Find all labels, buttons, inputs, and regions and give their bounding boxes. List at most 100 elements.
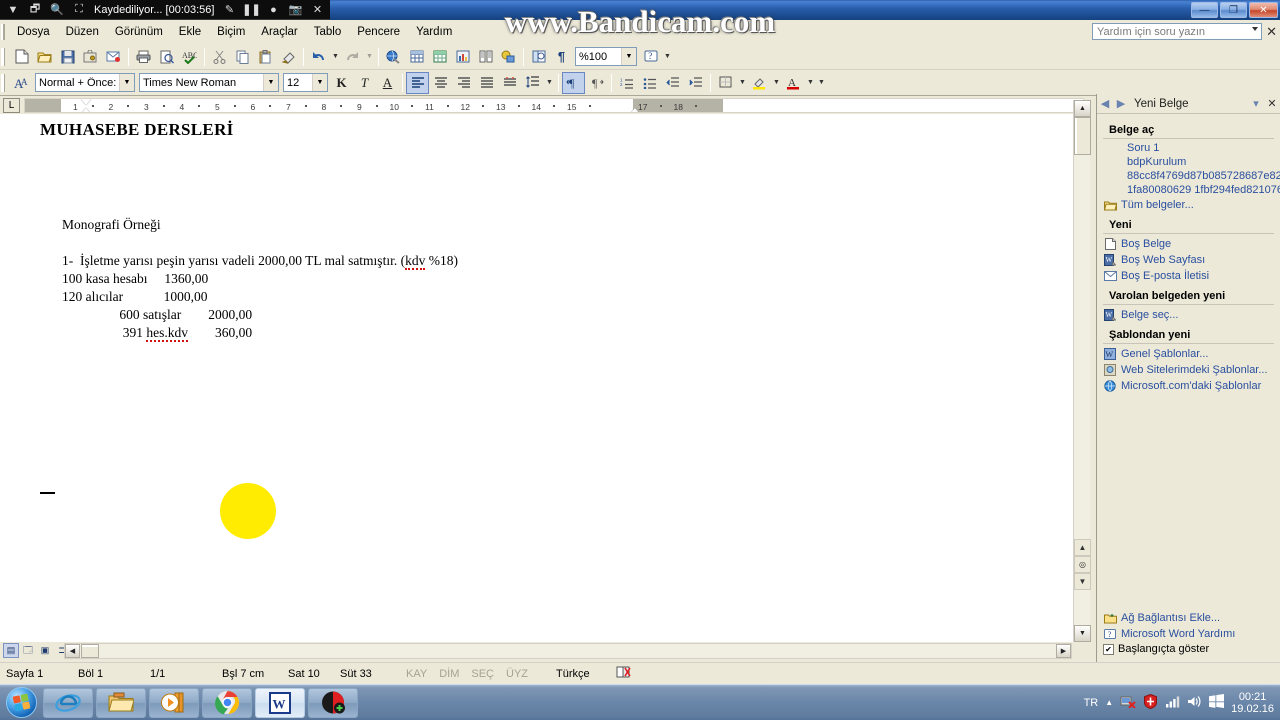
spelling-status-icon[interactable] (610, 665, 638, 682)
rtl-text-direction-icon[interactable]: ¶ (585, 72, 608, 94)
taskbar-media-player[interactable] (149, 687, 199, 718)
cut-icon[interactable] (208, 46, 231, 68)
email-icon[interactable] (102, 46, 125, 68)
menu-item-bicim[interactable]: Biçim (209, 23, 253, 41)
right-indent-marker[interactable] (630, 108, 640, 112)
menubar-close-icon[interactable]: ✕ (1266, 23, 1277, 40)
menu-grip[interactable] (1, 23, 9, 41)
taskbar-google-chrome[interactable] (202, 687, 252, 718)
font-size-combo[interactable]: 12 ▼ (283, 73, 328, 92)
align-left-icon[interactable] (406, 71, 429, 94)
toolbar-grip[interactable] (1, 73, 8, 93)
all-documents-link[interactable]: Tüm belgeler... (1097, 197, 1280, 213)
chevron-down-icon[interactable]: ▾ (1250, 97, 1262, 110)
horizontal-scrollbar[interactable]: ◀ ▶ (64, 643, 1072, 659)
windows-icon[interactable] (1209, 694, 1225, 711)
bold-button[interactable]: K (330, 72, 353, 94)
insert-chart-icon[interactable] (451, 46, 474, 68)
normal-view-button[interactable]: ▤ (3, 643, 19, 658)
scroll-down-button[interactable]: ▼ (1074, 625, 1091, 642)
taskbar-file-explorer[interactable] (96, 687, 146, 718)
recent-document-link[interactable]: bdpKurulum (1097, 155, 1280, 169)
choose-document-link[interactable]: W Belge seç... (1097, 307, 1280, 323)
minimize-button[interactable]: — (1191, 2, 1218, 18)
vertical-scrollbar[interactable]: ▲ ▲ ◎ ▼ ▼ (1073, 100, 1091, 642)
clock[interactable]: 00:21 19.02.16 (1231, 691, 1274, 715)
tray-language-indicator[interactable]: TR (1084, 697, 1099, 709)
blank-document-link[interactable]: Boş Belge (1097, 236, 1280, 252)
recent-document-link[interactable]: Soru 1 (1097, 141, 1280, 155)
toolbar-grip[interactable] (1, 47, 8, 67)
menu-item-araclar[interactable]: Araçlar (253, 23, 305, 41)
pause-icon[interactable]: ❚❚ (240, 1, 262, 19)
new-document-icon[interactable] (10, 46, 33, 68)
scroll-right-button[interactable]: ▶ (1056, 644, 1071, 658)
status-record-indicator[interactable]: KAY (400, 668, 433, 680)
zoom-icon[interactable]: 🔍 (46, 1, 68, 19)
status-language[interactable]: Türkçe (550, 668, 596, 680)
document-map-icon[interactable] (527, 46, 550, 68)
italic-button[interactable]: T (353, 72, 376, 94)
previous-page-button[interactable]: ▲ (1074, 539, 1091, 556)
menu-item-yardim[interactable]: Yardım (408, 23, 460, 41)
horizontal-scroll-thumb[interactable] (81, 644, 99, 658)
recent-document-link[interactable]: 88cc8f4769d87b085728687e82c9 (1097, 169, 1280, 183)
ask-dropdown-icon[interactable] (1252, 27, 1258, 31)
recent-document-link[interactable]: 1fa80080629 1fbf294fed8210760 (1097, 183, 1280, 197)
web-templates-link[interactable]: Web Sitelerimdeki Şablonlar... (1097, 362, 1280, 378)
style-combo[interactable]: Normal + Önce: ▼ (35, 73, 135, 92)
zoom-dropdown-icon[interactable]: ▼ (621, 48, 636, 65)
vertical-scroll-thumb[interactable] (1074, 117, 1091, 155)
bullets-icon[interactable] (638, 72, 661, 94)
borders-icon[interactable] (714, 72, 737, 94)
font-dropdown-icon[interactable]: ▼ (263, 74, 278, 91)
ltr-text-direction-icon[interactable]: ¶ (562, 71, 585, 94)
camera-icon[interactable]: 📷 (284, 1, 306, 19)
menu-item-duzen[interactable]: Düzen (58, 23, 107, 41)
redo-dropdown-icon[interactable]: ▼ (364, 46, 375, 68)
print-icon[interactable] (132, 46, 155, 68)
highlight-color-icon[interactable] (748, 72, 771, 94)
close-button[interactable]: ✕ (1249, 2, 1278, 18)
distributed-icon[interactable] (498, 72, 521, 94)
redo-icon[interactable] (341, 46, 364, 68)
styles-and-formatting-icon[interactable]: AA (10, 72, 33, 94)
tab-selector-button[interactable]: L (3, 98, 20, 113)
style-dropdown-icon[interactable]: ▼ (119, 74, 134, 91)
antivirus-icon[interactable] (1143, 693, 1158, 712)
fullscreen-icon[interactable]: ⛶ (68, 1, 90, 19)
show-hidden-icons-icon[interactable]: ▲ (1105, 698, 1113, 707)
insert-hyperlink-icon[interactable] (382, 46, 405, 68)
taskbar-bandicam[interactable] (308, 687, 358, 718)
highlight-dropdown-icon[interactable]: ▼ (771, 72, 782, 94)
justify-icon[interactable] (475, 72, 498, 94)
signal-icon[interactable] (1165, 695, 1180, 711)
line-spacing-dropdown-icon[interactable]: ▼ (544, 72, 555, 94)
zoom-combo[interactable]: %100 ▼ (575, 47, 637, 66)
blank-web-page-link[interactable]: W Boş Web Sayfası (1097, 252, 1280, 268)
word-help-link[interactable]: ? Microsoft Word Yardımı (1097, 626, 1280, 642)
back-icon[interactable]: ◀ (1099, 97, 1111, 110)
start-button[interactable] (2, 687, 40, 719)
numbering-icon[interactable]: 12 (615, 72, 638, 94)
toolbar-options-icon[interactable]: ▼ (816, 72, 827, 94)
chevron-down-icon[interactable]: ▼ (2, 1, 24, 19)
print-preview-icon[interactable] (155, 46, 178, 68)
spelling-check-icon[interactable]: ABC (178, 46, 201, 68)
print-layout-view-button[interactable]: ▣ (37, 643, 53, 658)
menu-item-tablo[interactable]: Tablo (306, 23, 350, 41)
insert-table-icon[interactable] (405, 46, 428, 68)
font-color-icon[interactable]: A (782, 72, 805, 94)
status-extend-selection-indicator[interactable]: SEÇ (465, 668, 500, 680)
general-templates-link[interactable]: W Genel Şablonlar... (1097, 346, 1280, 362)
undo-dropdown-icon[interactable]: ▼ (330, 46, 341, 68)
hanging-indent-marker[interactable] (81, 108, 91, 112)
taskbar-internet-explorer[interactable] (43, 687, 93, 718)
menu-item-ekle[interactable]: Ekle (171, 23, 209, 41)
borders-dropdown-icon[interactable]: ▼ (737, 72, 748, 94)
permission-icon[interactable] (79, 46, 102, 68)
save-icon[interactable] (56, 46, 79, 68)
insert-excel-table-icon[interactable] (428, 46, 451, 68)
undo-icon[interactable] (307, 46, 330, 68)
network-error-icon[interactable] (1120, 694, 1136, 711)
